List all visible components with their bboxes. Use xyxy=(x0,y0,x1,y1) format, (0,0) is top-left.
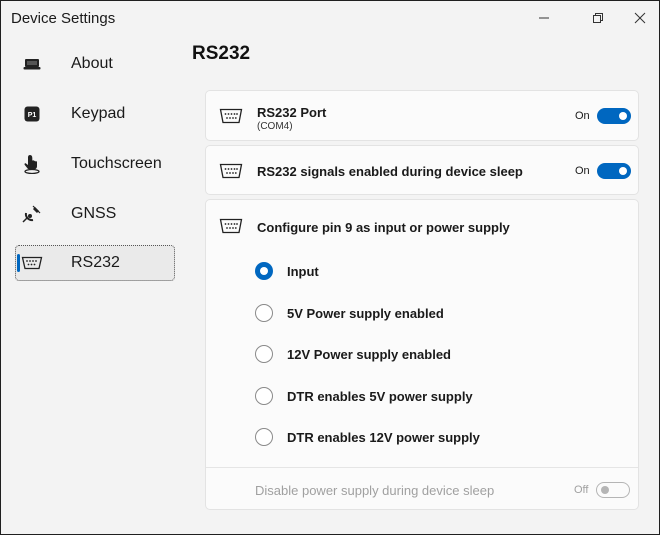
radio-button[interactable] xyxy=(255,387,273,405)
serial-port-icon xyxy=(219,108,243,124)
sidebar-item-label: Touchscreen xyxy=(71,155,162,172)
serial-port-icon xyxy=(219,163,243,179)
sidebar-item-about[interactable]: About xyxy=(15,46,175,82)
rs232-port-sublabel: (COM4) xyxy=(257,121,293,132)
gnss-satellite-icon xyxy=(21,204,43,224)
radio-button[interactable] xyxy=(255,304,273,322)
sidebar-item-label: GNSS xyxy=(71,205,117,222)
radio-option-dtr-5v[interactable]: DTR enables 5V power supply xyxy=(255,385,473,407)
sidebar-item-gnss[interactable]: GNSS xyxy=(15,196,175,232)
radio-button[interactable] xyxy=(255,262,273,280)
radio-button[interactable] xyxy=(255,345,273,363)
touchscreen-icon xyxy=(21,154,43,174)
rs232-port-card: RS232 Port (COM4) On xyxy=(205,90,639,141)
sidebar-item-label: Keypad xyxy=(71,105,126,122)
sidebar-item-keypad[interactable]: P1 Keypad xyxy=(15,96,175,132)
rs232-signals-card: RS232 signals enabled during device slee… xyxy=(205,145,639,195)
rs232-port-label: RS232 Port xyxy=(257,105,327,120)
about-icon xyxy=(21,54,43,74)
sidebar-item-touchscreen[interactable]: Touchscreen xyxy=(15,146,175,182)
pin9-config-label: Configure pin 9 as input or power supply xyxy=(257,220,510,235)
serial-port-icon xyxy=(21,253,43,273)
disable-sleep-toggle[interactable] xyxy=(596,482,630,498)
sidebar-item-label: About xyxy=(71,55,113,72)
restore-button[interactable] xyxy=(575,1,621,35)
radio-label: DTR enables 5V power supply xyxy=(287,388,473,404)
rs232-signals-state: On xyxy=(575,165,590,177)
rs232-port-state: On xyxy=(575,110,590,122)
svg-text:P1: P1 xyxy=(28,112,37,119)
radio-option-dtr-12v[interactable]: DTR enables 12V power supply xyxy=(255,426,480,448)
radio-option-12v-power[interactable]: 12V Power supply enabled xyxy=(255,343,451,365)
divider xyxy=(206,467,638,468)
radio-label: 5V Power supply enabled xyxy=(287,305,444,321)
rs232-signals-toggle[interactable] xyxy=(597,163,631,179)
close-button[interactable] xyxy=(617,1,660,35)
rs232-signals-label: RS232 signals enabled during device slee… xyxy=(257,164,523,179)
radio-label: DTR enables 12V power supply xyxy=(287,429,480,445)
serial-port-icon xyxy=(219,218,243,234)
minimize-button[interactable] xyxy=(521,1,567,35)
radio-label: 12V Power supply enabled xyxy=(287,346,451,362)
restore-icon xyxy=(593,13,603,23)
radio-label: Input xyxy=(287,263,319,279)
minimize-icon xyxy=(539,17,549,19)
window-title: Device Settings xyxy=(11,10,116,27)
radio-option-input[interactable]: Input xyxy=(255,260,319,282)
keypad-icon: P1 xyxy=(21,104,43,124)
radio-button[interactable] xyxy=(255,428,273,446)
disable-sleep-state: Off xyxy=(574,484,589,496)
radio-option-5v-power[interactable]: 5V Power supply enabled xyxy=(255,302,444,324)
sidebar-item-rs232[interactable]: RS232 xyxy=(15,245,175,281)
sidebar-item-label: RS232 xyxy=(71,254,120,271)
title-bar: Device Settings xyxy=(1,1,659,35)
disable-sleep-label: Disable power supply during device sleep xyxy=(255,483,495,498)
device-settings-window: Device Settings About P1 Keypad Touchscr… xyxy=(0,0,660,535)
page-title: RS232 xyxy=(192,43,251,64)
close-icon xyxy=(634,12,646,24)
rs232-port-toggle[interactable] xyxy=(597,108,631,124)
